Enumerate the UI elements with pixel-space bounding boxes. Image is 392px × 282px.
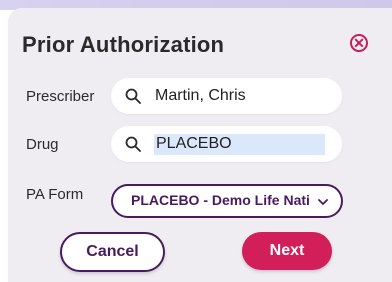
prescriber-label: Prescriber — [26, 88, 95, 105]
drug-label: Drug — [26, 136, 59, 153]
pa-form-select[interactable]: PLACEBO - Demo Life Natic — [111, 184, 343, 218]
drug-value: PLACEBO — [154, 134, 325, 155]
search-icon — [125, 136, 141, 152]
drug-search-input[interactable]: PLACEBO — [111, 126, 342, 162]
chevron-down-icon — [318, 199, 328, 205]
dialog-title: Prior Authorization — [22, 32, 225, 57]
prescriber-search-input[interactable]: Martin, Chris — [111, 78, 342, 114]
pa-form-value: PLACEBO - Demo Life Natic — [131, 192, 309, 208]
cancel-button[interactable]: Cancel — [60, 232, 165, 272]
prescriber-value: Martin, Chris — [155, 87, 246, 104]
search-icon — [125, 88, 141, 104]
close-icon[interactable]: ✕ — [350, 34, 368, 52]
pa-form-label: PA Form — [26, 186, 84, 203]
prior-authorization-dialog: Prior Authorization ✕ Prescriber Martin,… — [8, 8, 392, 282]
next-button[interactable]: Next — [242, 232, 332, 270]
